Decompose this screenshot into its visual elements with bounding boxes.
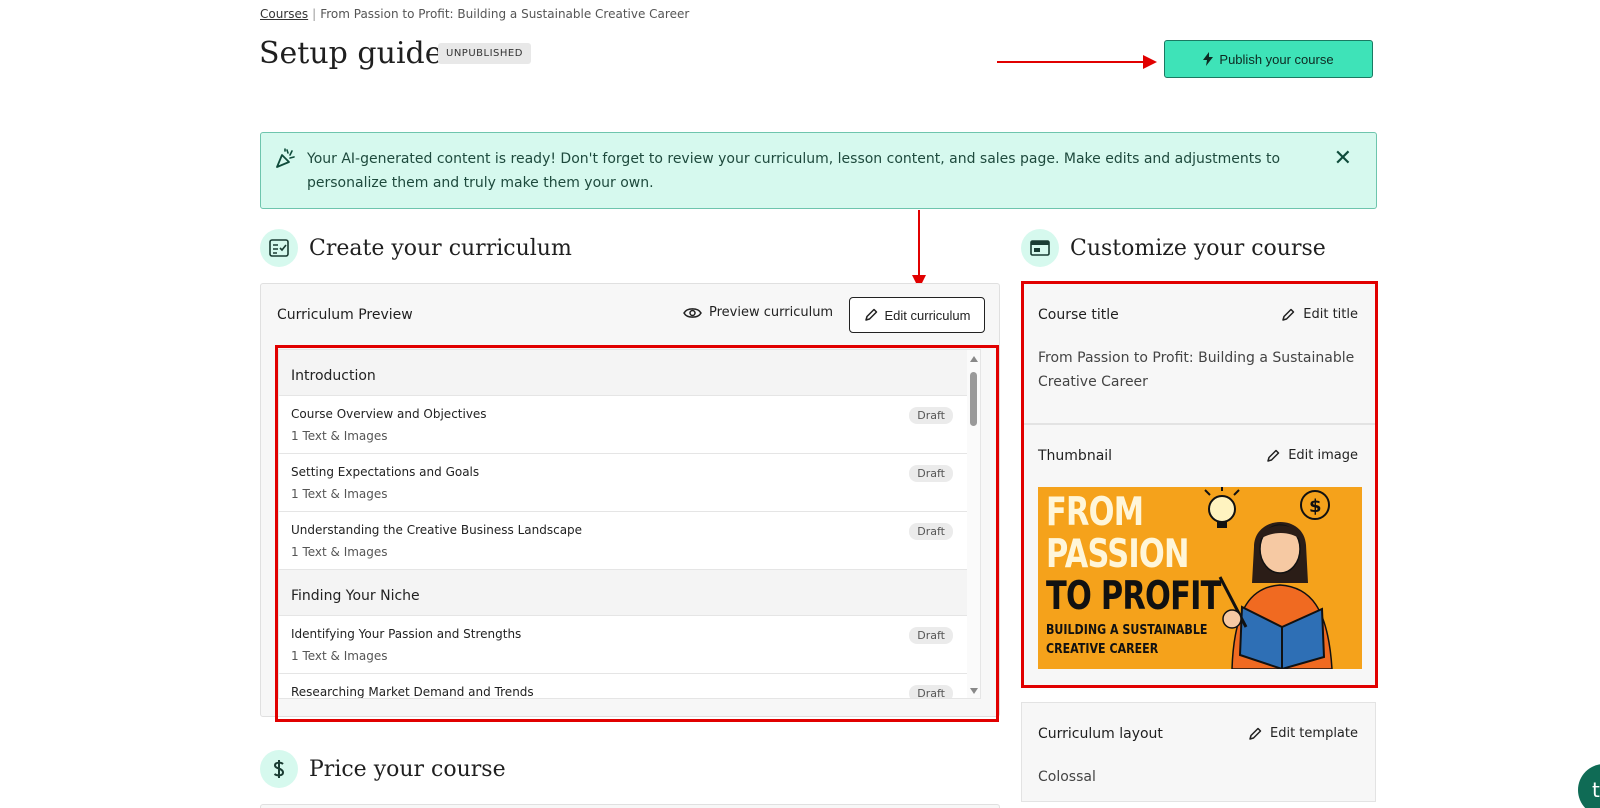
party-popper-icon	[276, 148, 295, 168]
curriculum-layout-value: Colossal	[1038, 769, 1096, 785]
breadcrumb: Courses | From Passion to Profit: Building…	[260, 7, 689, 21]
curriculum-section-title: Create your curriculum	[309, 235, 572, 261]
lightning-icon	[1203, 52, 1214, 66]
preview-curriculum-button[interactable]: Preview curriculum	[683, 305, 833, 320]
status-badge: UNPUBLISHED	[438, 43, 531, 64]
annotation-arrow-horizontal	[997, 55, 1157, 69]
ai-content-banner: Your AI-generated content is ready! Don'…	[260, 132, 1377, 209]
pencil-icon	[1249, 727, 1262, 740]
annotation-arrow-vertical	[912, 210, 926, 289]
page-title: Setup guide	[259, 36, 443, 71]
edit-template-label: Edit template	[1270, 726, 1358, 741]
banner-message: Your AI-generated content is ready! Don'…	[307, 151, 1281, 191]
customize-section-header: Customize your course	[1021, 229, 1326, 267]
publish-course-button[interactable]: Publish your course	[1164, 40, 1373, 78]
preview-curriculum-label: Preview curriculum	[709, 305, 834, 320]
breadcrumb-current: From Passion to Profit: Building a Susta…	[320, 7, 690, 21]
breadcrumb-courses-link[interactable]: Courses	[260, 7, 308, 21]
edit-curriculum-label: Edit curriculum	[884, 307, 971, 323]
price-panel	[260, 804, 1000, 808]
breadcrumb-separator: |	[312, 7, 317, 21]
pencil-icon	[864, 308, 877, 321]
edit-template-button[interactable]: Edit template	[1248, 726, 1358, 741]
chat-launcher[interactable]: t	[1578, 764, 1600, 808]
close-icon[interactable]: ✕	[1334, 146, 1352, 171]
price-section-header: Price your course	[260, 750, 506, 788]
curriculum-section-header: Create your curriculum	[260, 229, 572, 267]
customize-section-title: Customize your course	[1070, 235, 1326, 261]
checklist-icon	[260, 229, 298, 267]
dollar-icon	[260, 750, 298, 788]
curriculum-layout-label: Curriculum layout	[1038, 726, 1163, 742]
annotation-highlight-curriculum	[275, 345, 999, 722]
edit-curriculum-button[interactable]: Edit curriculum	[849, 297, 985, 333]
curriculum-layout-card: Curriculum layout Edit template Colossal	[1021, 702, 1376, 802]
eye-icon	[683, 307, 702, 318]
curriculum-preview-label: Curriculum Preview	[277, 307, 413, 323]
publish-course-label: Publish your course	[1219, 51, 1334, 67]
annotation-highlight-customize	[1021, 281, 1378, 688]
layout-icon	[1021, 229, 1059, 267]
price-section-title: Price your course	[309, 756, 506, 782]
